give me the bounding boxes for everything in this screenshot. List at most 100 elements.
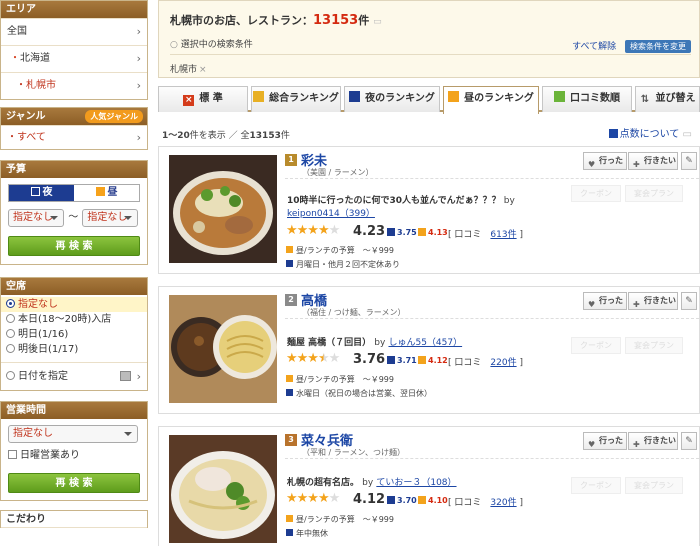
sunday-open-label: 日曜営業あり — [20, 450, 80, 461]
calendar-icon — [286, 389, 293, 396]
vacancy-option-day-after[interactable]: 明後日(1/17) — [1, 342, 147, 357]
budget-label: 昼/ランチの予算 — [296, 246, 355, 255]
restaurant-card: 2 高橋 （福住 / つけ麺、ラーメン） ♥ 行った ✚ 行きたい ✎ 麺屋 高橋（… — [158, 286, 700, 414]
went-label: 行った — [599, 296, 623, 305]
tab-lunch-ranking[interactable]: 昼のランキング — [443, 86, 539, 114]
rank-badge: 3 — [285, 434, 297, 446]
lunch-score-value: 4.13 — [428, 228, 448, 237]
tab-overall-ranking[interactable]: 総合ランキング — [251, 86, 341, 112]
edit-icon[interactable]: ✎ — [681, 152, 697, 170]
want-label: 行きたい — [644, 296, 676, 305]
genre-item-all[interactable]: ・すべて › — [1, 125, 147, 149]
list-icon — [608, 129, 618, 138]
review-title[interactable]: 札幌の超有名店。 — [287, 478, 359, 488]
calendar-icon[interactable] — [120, 371, 131, 381]
want-to-go-button[interactable]: ✚ 行きたい — [628, 432, 678, 450]
count-suffix: 件 — [358, 14, 370, 27]
review-snippet: 札幌の超有名店。 by ていおー３（108） — [287, 475, 457, 488]
review-count-label: 口コミ — [454, 358, 482, 368]
want-to-go-button[interactable]: ✚ 行きたい — [628, 152, 678, 170]
review-title[interactable]: 麺屋 高橋（７回目） — [287, 338, 371, 348]
holiday-value: 月曜日・他月２回不定休あり — [296, 260, 400, 269]
condition-tag: 札幌市 × — [170, 62, 207, 75]
went-label: 行った — [599, 156, 623, 165]
edit-icon[interactable]: ✎ — [681, 292, 697, 310]
restaurant-photo[interactable] — [169, 155, 277, 263]
review-snippet: 10時半に行ったのに何で30人も並んでんだぁ？？？ by keipon0414（… — [287, 193, 515, 219]
tab-sort[interactable]: ⇅ 並び替え — [635, 86, 700, 112]
area-item-hokkaido[interactable]: ・北海道 › — [1, 45, 147, 72]
budget-info: 昼/ランチの予算 ～￥999 — [286, 514, 394, 525]
points-help-link[interactable]: 点数について ▭ — [608, 125, 692, 140]
reviewer-link[interactable]: keipon0414（399） — [287, 209, 375, 219]
night-score: 3.71 — [387, 356, 417, 365]
reviewer-link[interactable]: ていおー３（108） — [376, 478, 456, 488]
went-button[interactable]: ♥ 行った — [583, 432, 627, 450]
budget-info: 昼/ランチの予算 ～￥999 — [286, 374, 394, 385]
change-conditions-button[interactable]: 検索条件を変更 — [625, 40, 691, 53]
budget-search-button[interactable]: 再 検 索 — [8, 236, 140, 256]
title-prefix: 札幌市のお店、レストラン： — [170, 14, 313, 27]
want-label: 行きたい — [644, 436, 676, 445]
holiday-info: 水曜日（祝日の場合は営業、翌日休） — [286, 388, 432, 399]
night-score-value: 3.75 — [397, 228, 417, 237]
radio-icon — [6, 329, 15, 338]
restaurant-photo[interactable] — [169, 295, 277, 403]
result-count: 13153 — [313, 13, 359, 28]
total-value: 13153 — [249, 131, 281, 141]
lunch-label: 昼 — [107, 187, 118, 198]
vacancy-option-tomorrow[interactable]: 明日(1/16) — [1, 327, 147, 342]
budget-min-select[interactable]: 指定なし — [8, 209, 64, 227]
night-budget-tab[interactable]: 夜 — [9, 185, 74, 201]
hours-select[interactable]: 指定なし — [8, 425, 138, 443]
budget-panel: 予算 夜 昼 指定なし ～ 指定なし 再 検 索 — [0, 160, 148, 265]
total-suffix: 件 — [280, 131, 290, 141]
went-button[interactable]: ♥ 行った — [583, 152, 627, 170]
sun-icon — [448, 91, 460, 102]
vacancy-option-date[interactable]: 日付を指定 › — [1, 369, 147, 384]
area-item-sapporo[interactable]: ・札幌市 › — [1, 72, 147, 99]
vacancy-header: 空席 — [1, 278, 147, 295]
want-label: 行きたい — [644, 156, 676, 165]
budget-max-select[interactable]: 指定なし — [82, 209, 139, 227]
hours-search-button[interactable]: 再 検 索 — [8, 473, 140, 493]
holiday-info: 年中無休 — [286, 528, 328, 539]
tab-night-ranking[interactable]: 夜のランキング — [344, 86, 440, 112]
tab-review-count[interactable]: 口コミ数順 — [542, 86, 632, 112]
night-label: 夜 — [42, 187, 53, 198]
want-to-go-button[interactable]: ✚ 行きたい — [628, 292, 678, 310]
holiday-value: 水曜日（祝日の場合は営業、翌日休） — [296, 389, 432, 398]
tab-label: 標 準 — [199, 93, 223, 104]
went-button[interactable]: ♥ 行った — [583, 292, 627, 310]
clear-all-link[interactable]: すべて解除 — [572, 42, 616, 52]
sunday-open-checkbox[interactable]: 日曜営業あり — [8, 448, 140, 463]
budget-time-toggle: 夜 昼 — [8, 184, 140, 202]
vacancy-option-label: 明後日(1/17) — [18, 344, 79, 355]
tab-label: 夜のランキング — [365, 93, 435, 104]
vacancy-option-today[interactable]: 本日(18～20時)入店 — [1, 312, 147, 327]
rating-stars: ★★★★★ — [286, 351, 340, 366]
review-count-link[interactable]: 320件 — [490, 498, 516, 508]
edit-icon[interactable]: ✎ — [681, 432, 697, 450]
kodawari-header: こだわり — [1, 511, 147, 528]
reviewer-link[interactable]: しゅん55（457） — [388, 338, 462, 348]
popular-genre-badge[interactable]: 人気ジャンル — [85, 110, 143, 123]
bullet-icon: ・ — [16, 80, 26, 91]
tag-remove-icon[interactable]: × — [199, 65, 207, 75]
area-item-zenkoku[interactable]: 全国 › — [1, 18, 147, 45]
review-count-link[interactable]: 220件 — [490, 358, 516, 368]
radio-selected-icon — [6, 299, 15, 308]
vacancy-option-none[interactable]: 指定なし — [1, 297, 147, 312]
review-title[interactable]: 10時半に行ったのに何で30人も並んでんだぁ？？？ — [287, 196, 501, 206]
restaurant-photo[interactable] — [169, 435, 277, 543]
close-icon: × — [183, 95, 195, 106]
coupon-button-disabled: クーポン — [571, 185, 621, 202]
speech-bubble-icon — [554, 91, 565, 102]
review-count-link[interactable]: 613件 — [490, 230, 516, 240]
pin-icon: ✚ — [633, 160, 640, 169]
lunch-budget-tab[interactable]: 昼 — [74, 185, 139, 201]
tab-standard[interactable]: × 標 準 — [158, 86, 248, 112]
budget-value: ～￥999 — [362, 515, 394, 524]
night-score-value: 3.71 — [397, 356, 417, 365]
pin-icon: ✚ — [633, 300, 640, 309]
